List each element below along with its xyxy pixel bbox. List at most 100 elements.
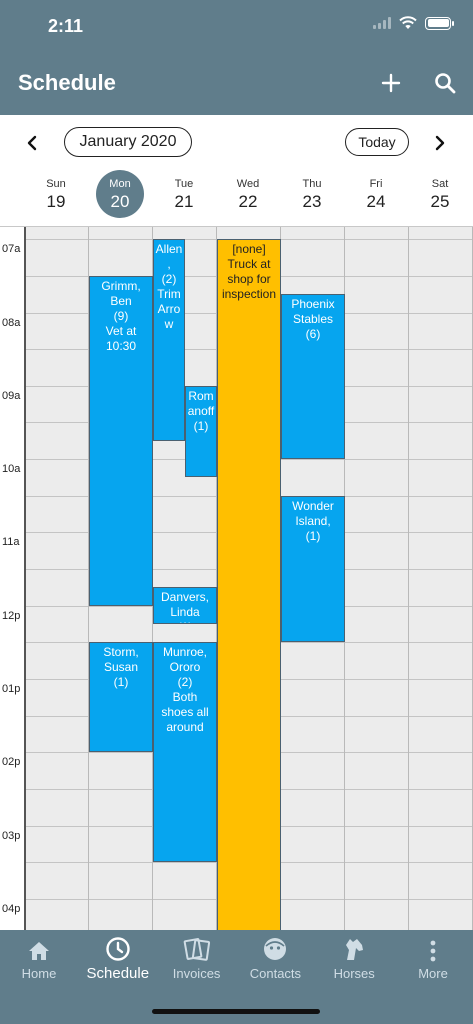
plus-icon — [381, 73, 401, 93]
home-indicator — [152, 1009, 320, 1014]
event-text: (1) — [193, 418, 209, 433]
hour-label: 01p — [2, 683, 21, 696]
event-text: Allen — [155, 242, 183, 257]
nav-label: Home — [21, 966, 57, 981]
event-text: Stables — [292, 312, 334, 327]
nav-label: Horses — [333, 966, 375, 981]
event-text: Ben — [110, 293, 132, 308]
day-name: Mon — [109, 178, 131, 190]
event-text: Munroe, — [162, 645, 208, 660]
appointment-event[interactable]: Rom anoff (1) — [185, 385, 217, 478]
day-number: 24 — [366, 192, 386, 211]
previous-week-button[interactable] — [18, 129, 46, 157]
hour-label: 07a — [2, 243, 21, 256]
appointment-event[interactable]: Storm, Susan (1) — [89, 642, 153, 753]
event-text: Arro — [157, 302, 181, 317]
page-title: Schedule — [18, 70, 116, 95]
nav-label: Schedule — [86, 965, 150, 982]
battery-icon — [425, 16, 454, 30]
day-wed[interactable]: Wed 22 — [216, 170, 280, 226]
day-thu[interactable]: Thu 23 — [280, 170, 344, 226]
today-button[interactable]: Today — [345, 128, 409, 156]
event-text: Grimm, — [101, 278, 141, 293]
appointment-event[interactable]: Munroe, Ororo (2) Both shoes all around — [153, 642, 217, 863]
event-text: Phoenix — [291, 297, 335, 312]
event-text: shop for — [227, 272, 271, 287]
appointment-event[interactable]: Grimm, Ben (9) Vet at 10:30 — [89, 275, 153, 606]
event-text: (1) — [113, 675, 129, 690]
appointment-event[interactable]: Allen, (2) Trim Arro w — [153, 239, 185, 441]
contacts-icon — [236, 930, 314, 962]
event-text: (1) — [305, 528, 321, 543]
app-header: 2:11 Schedule — [0, 0, 473, 115]
nav-home[interactable]: Home — [0, 930, 78, 990]
day-fri[interactable]: Fri 24 — [344, 170, 408, 226]
event-text: [none] — [232, 242, 266, 257]
month-navigation: January 2020 Today — [0, 115, 473, 170]
hour-label: 11a — [2, 536, 20, 549]
day-sat[interactable]: Sat 25 — [408, 170, 472, 226]
day-tue[interactable]: Tue 21 — [152, 170, 216, 226]
day-name: Sat — [431, 178, 449, 190]
status-icons — [373, 16, 454, 30]
event-text: 10:30 — [105, 338, 137, 353]
add-button[interactable] — [376, 68, 406, 98]
nav-invoices[interactable]: Invoices — [158, 930, 236, 990]
day-name: Thu — [302, 178, 322, 190]
day-name: Wed — [236, 178, 260, 190]
event-text: around — [166, 720, 204, 735]
status-time: 2:11 — [48, 16, 84, 36]
hour-label: 04p — [2, 902, 21, 915]
hour-label: 10a — [2, 463, 21, 476]
clock-icon — [79, 930, 157, 962]
nav-label: More — [418, 966, 448, 981]
event-text: anoff — [187, 403, 215, 418]
event-text: Linda — [170, 605, 200, 620]
search-icon — [435, 73, 456, 94]
event-text: Wonder — [292, 498, 334, 513]
event-text: (9) — [113, 308, 129, 323]
appointment-event[interactable]: Phoenix Stables (6) — [281, 294, 345, 460]
nav-horses[interactable]: Horses — [315, 930, 393, 990]
day-name: Fri — [369, 178, 383, 190]
event-text: (2) — [177, 675, 193, 690]
chevron-left-icon — [27, 135, 37, 151]
nav-schedule[interactable]: Schedule — [79, 930, 157, 990]
more-vertical-icon — [394, 930, 472, 962]
wifi-icon — [399, 16, 417, 29]
day-number: 19 — [46, 192, 66, 211]
day-number: 22 — [238, 192, 258, 211]
event-text: , — [167, 257, 171, 272]
horse-icon — [315, 930, 393, 962]
hour-label: 02p — [2, 756, 21, 769]
event-text: Island, — [295, 513, 331, 528]
appointment-event[interactable]: Danvers,Linda(1) — [153, 587, 217, 625]
appointment-event[interactable]: [none] Truck at shop for inspection — [217, 239, 281, 930]
home-icon — [0, 930, 78, 962]
event-text: shoes all — [161, 705, 209, 720]
event-text: Trim — [157, 287, 181, 302]
nav-label: Invoices — [172, 966, 221, 981]
schedule-grid[interactable]: 07a 08a 09a 10a 11a 12p 01p 02p 03p 04p Grimm, Ben… — [0, 226, 473, 930]
nav-label: Contacts — [249, 966, 302, 981]
appointment-event[interactable]: Wonder Island, (1) — [281, 495, 345, 643]
next-week-button[interactable] — [426, 129, 454, 157]
day-name: Tue — [174, 178, 194, 190]
event-text: Both — [172, 690, 198, 705]
time-axis-line — [24, 227, 26, 930]
day-name: Sun — [46, 178, 66, 190]
event-text: inspection — [221, 287, 277, 302]
event-text: Susan — [103, 660, 139, 675]
nav-contacts[interactable]: Contacts — [236, 930, 314, 990]
month-selector[interactable]: January 2020 — [64, 127, 192, 157]
event-text: Vet at — [105, 323, 137, 338]
day-mon[interactable]: Mon 20 — [88, 170, 152, 226]
day-number: 25 — [430, 192, 450, 211]
nav-more[interactable]: More — [394, 930, 472, 990]
event-text: (2) — [161, 272, 177, 287]
invoices-icon — [158, 930, 236, 962]
day-sun[interactable]: Sun 19 — [24, 170, 88, 226]
week-days-header: Sun 19 Mon 20 Tue 21 Wed 22 Thu 23 Fri 24 Sat 25 — [0, 170, 473, 226]
search-button[interactable] — [430, 68, 460, 98]
day-column-divider — [408, 227, 409, 930]
